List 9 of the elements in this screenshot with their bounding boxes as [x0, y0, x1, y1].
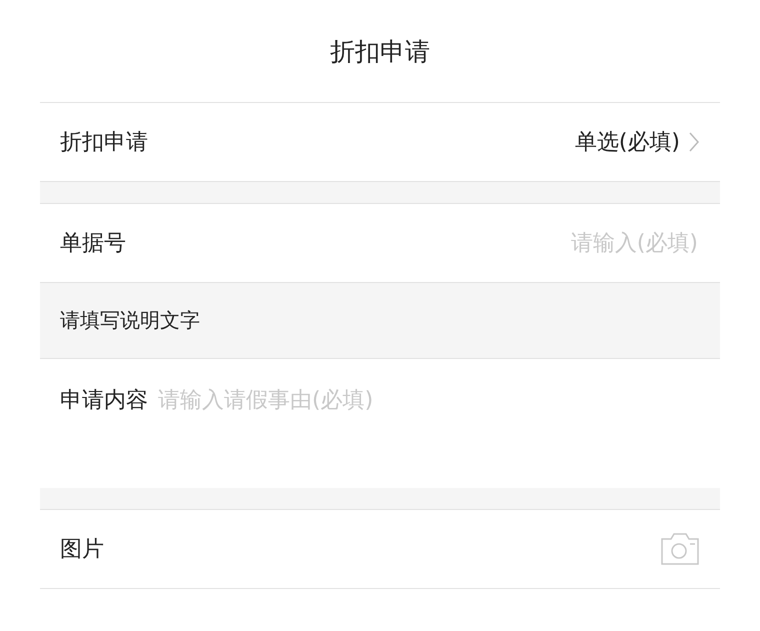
page-title: 折扣申请 [330, 36, 430, 68]
field-label: 折扣申请 [60, 129, 148, 157]
note-text: 请填写说明文字 [60, 307, 200, 334]
field-label: 图片 [60, 536, 104, 564]
select-picker[interactable]: 单选(必填) [574, 127, 700, 157]
chevron-icon [688, 131, 700, 153]
camera-icon[interactable] [660, 531, 700, 567]
field-label: 单据号 [60, 230, 126, 258]
field-label: 申请内容 [60, 387, 148, 415]
